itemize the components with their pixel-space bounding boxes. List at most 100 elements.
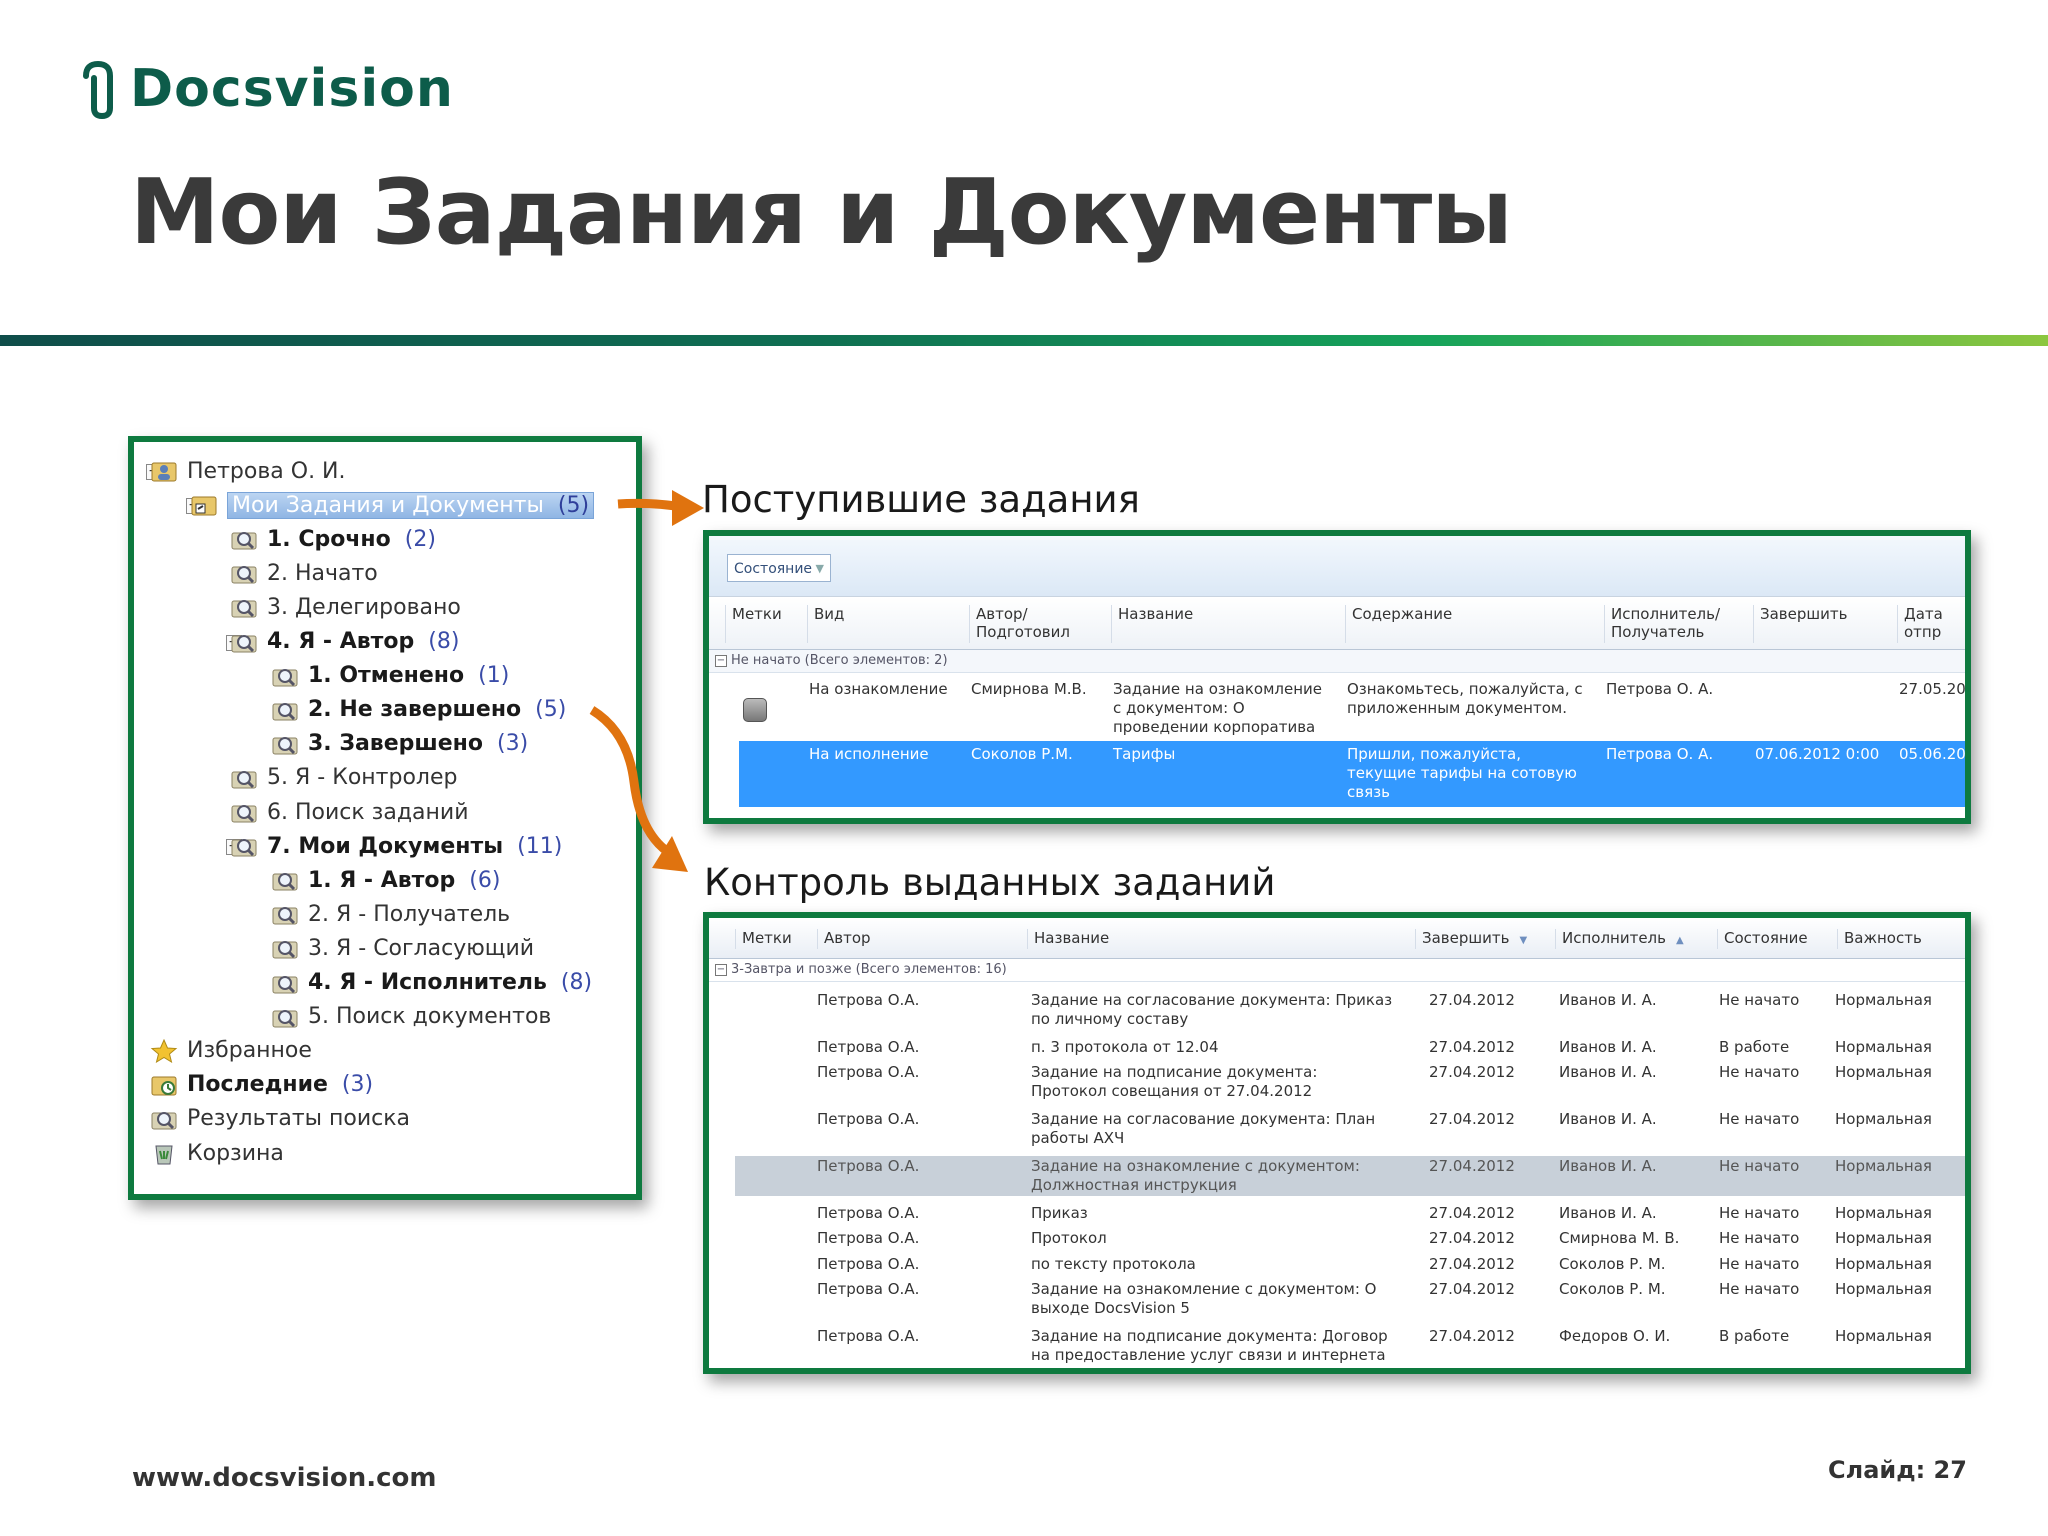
cell-name: Задание на ознакомление с документом: О … [1031,1280,1377,1317]
cell-author: Петрова О.А. [817,1204,920,1222]
tree-item[interactable]: 1. Отменено (1) [271,661,509,691]
sort-descending-icon: ▼ [1519,935,1528,946]
cell-author: Петрова О.А. [817,991,920,1009]
cell-importance: Нормальная [1835,991,1932,1009]
tree-item[interactable]: 4. Я - Автор (8) [230,627,459,657]
task-row[interactable]: Петрова О.А. Задание на подписание докуме… [709,1062,1965,1102]
group-label: Не начато (Всего элементов: 2) [731,653,948,668]
collapse-toggle[interactable]: − [715,963,727,976]
column-header[interactable]: Вид [807,605,844,643]
cell-name: Задание на согласование документа: План … [1031,1110,1376,1147]
search-folder-icon [271,732,299,756]
column-header[interactable]: Важность [1837,929,1922,949]
tree-item[interactable]: 5. Поиск документов [271,1002,551,1032]
search-folder-icon [150,1107,178,1131]
tree-item-label: Последние [187,1072,328,1098]
column-header[interactable]: Метки [725,605,782,643]
tree-item[interactable]: 3. Делегировано [230,592,461,622]
tree-item[interactable]: 1. Я - Автор (6) [271,865,500,895]
tree-item-label: Избранное [187,1038,312,1064]
column-header[interactable]: Метки [735,929,792,949]
task-row[interactable]: Петрова О.А. Задание на ознакомление с до… [735,1156,1965,1196]
tree-item[interactable]: Корзина [150,1138,284,1168]
task-row[interactable]: На ознакомление Смирнова М.В. Задание на о… [709,676,1965,738]
task-row[interactable]: Петрова О.А. Задание на ознакомление с до… [709,1279,1965,1319]
tree-item[interactable]: Результаты поиска [150,1104,410,1134]
tree-item-label: 5. Поиск документов [308,1004,552,1030]
tree-item[interactable]: Последние (3) [150,1070,373,1100]
task-row[interactable]: Петрова О.А. Задание на согласование доку… [709,990,1965,1030]
task-row[interactable]: На исполнение Соколов Р.М. Тарифы Пришли, п… [739,741,1966,807]
column-header[interactable]: Название [1111,605,1193,643]
column-header-label: Исполнитель [1562,929,1666,947]
task-row[interactable]: Петрова О.А. Приказ 27.04.2012 Иванов И. А.… [709,1203,1965,1227]
task-row[interactable]: Петрова О.А. по тексту протокола 27.04.201… [709,1254,1965,1278]
tree-item-label: 2. Я - Получатель [308,901,511,927]
task-row[interactable]: Петрова О.А. Задание на согласование доку… [709,1109,1965,1149]
tree-item[interactable]: 5. Я - Контролер [230,763,457,793]
cell-importance: Нормальная [1835,1327,1932,1345]
cell-importance: Нормальная [1835,1063,1932,1081]
tree-item-count: (5) [557,492,590,518]
recycle-bin-icon [150,1141,178,1165]
tree-item-label: 3. Делегировано [267,594,461,620]
search-folder-icon [230,595,258,619]
tree-item[interactable]: 3. Завершено (3) [271,729,528,759]
cell-name: Задание на согласование документа: Прика… [1031,991,1393,1028]
group-row[interactable]: −3-Завтра и позже (Всего элементов: 16) [709,959,1965,982]
cell-kind: На ознакомление [809,680,948,698]
task-row[interactable]: Петрова О.А. Протокол 27.04.2012 Смирнова М… [709,1228,1965,1252]
search-folder-icon [271,664,299,688]
group-label: 3-Завтра и позже (Всего элементов: 16) [731,962,1007,977]
tree-item[interactable]: 6. Поиск заданий [230,797,469,827]
tree-item[interactable]: 3. Я - Согласующий [271,933,534,963]
column-header[interactable]: Завершить [1753,605,1847,643]
tree-item[interactable]: 7. Мои Документы (11) [230,831,562,861]
tree-item[interactable]: 2. Не завершено (5) [271,695,566,725]
cell-executor: Иванов И. А. [1559,991,1657,1009]
column-header[interactable]: Завершить ▼ [1415,929,1527,949]
cell-executor: Соколов Р. М. [1559,1255,1666,1273]
search-folder-icon [230,527,258,551]
search-folder-icon [230,834,258,858]
flag-icon[interactable] [743,698,767,722]
tree-item[interactable]: Избранное [150,1036,312,1066]
column-header[interactable]: Содержание [1345,605,1452,643]
cell-finish: 27.04.2012 [1429,1063,1515,1081]
search-folder-icon [230,630,258,654]
tree-item[interactable]: Мои Задания и Документы (5) [190,490,595,520]
group-row[interactable]: − Не начато (Всего элементов: 2) [709,650,1965,673]
tree-item[interactable]: 2. Начато [230,558,378,588]
column-header[interactable]: Дата отпр [1897,605,1965,643]
tree-item[interactable]: 1. Срочно (2) [230,524,436,554]
column-header[interactable]: Исполнитель/ Получатель [1604,605,1720,643]
state-filter-dropdown[interactable]: Состояние ▼ [727,554,831,582]
task-row[interactable]: Петрова О.А. п. 3 протокола от 12.04 27.04… [709,1037,1965,1061]
star-icon [150,1038,178,1063]
column-header[interactable]: Состояние [1717,929,1808,949]
cell-importance: Нормальная [1835,1280,1932,1298]
slide-title: Мои Задания и Документы [130,160,1513,265]
cell-finish: 27.04.2012 [1429,991,1515,1009]
cell-name: Задание на подписание документа: Протоко… [1031,1063,1318,1100]
website-link[interactable]: www.docsvision.com [132,1463,437,1493]
task-row[interactable]: Петрова О.А. Задание на подписание докуме… [709,1326,1965,1366]
grid-toolbar: Состояние ▼ [709,536,1965,596]
tree-item[interactable]: 4. Я - Исполнитель (8) [271,968,592,998]
column-header[interactable]: Автор/ Подготовил [969,605,1070,643]
tree-item-label: 1. Я - Автор [308,867,456,893]
column-header[interactable]: Автор [817,929,871,949]
cell-name: Тарифы [1113,745,1176,763]
column-header[interactable]: Название [1027,929,1109,949]
tree-item[interactable]: Петрова О. И. [150,456,346,486]
cell-executor: Иванов И. А. [1559,1038,1657,1056]
chevron-down-icon: ▼ [815,562,824,575]
search-folder-icon [271,971,299,995]
cell-author: Соколов Р.М. [971,745,1073,763]
collapse-toggle[interactable]: − [715,654,727,667]
cell-sent: 05.06.2012 [1899,745,1966,763]
slide-number: Слайд: 27 [1828,1456,1967,1484]
column-header[interactable]: Исполнитель ▲ [1555,929,1684,949]
tree-item[interactable]: 2. Я - Получатель [271,899,510,929]
cell-author: Петрова О.А. [817,1063,920,1081]
